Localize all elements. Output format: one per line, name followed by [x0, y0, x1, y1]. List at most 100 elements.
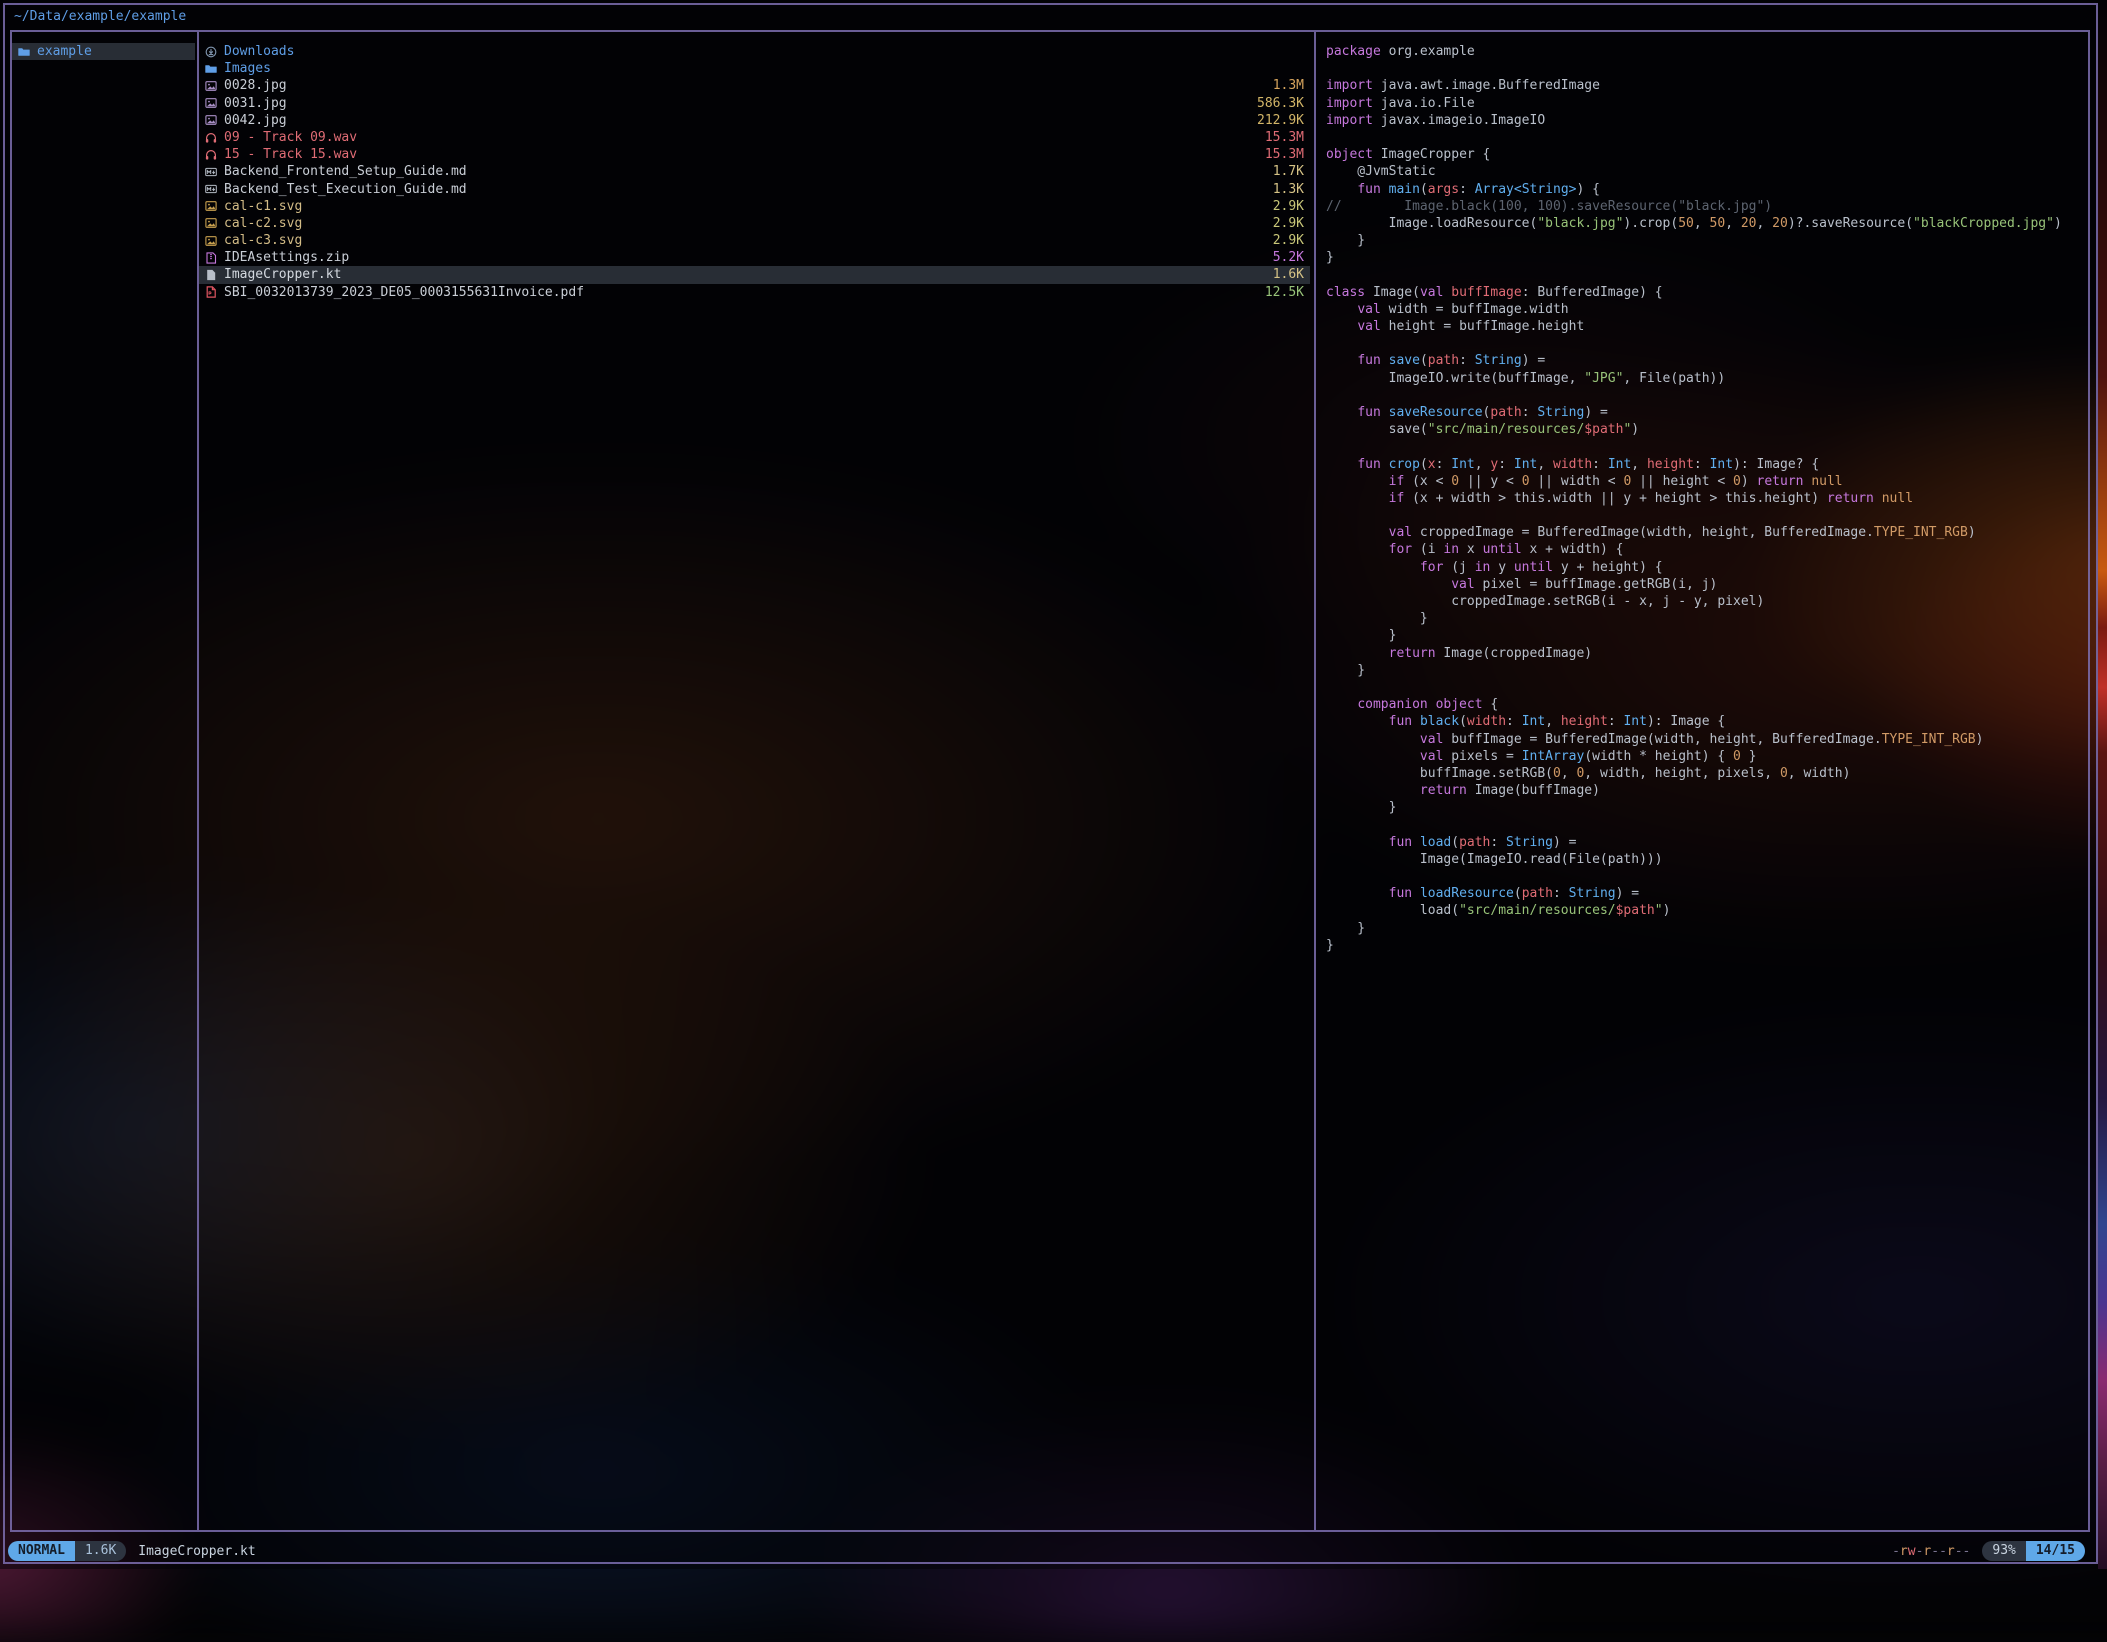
- cursor-position-badge: 14/15: [2026, 1541, 2085, 1561]
- code-line: buffImage.setRGB(0, 0, width, height, pi…: [1326, 765, 2082, 782]
- file-name: Images: [224, 60, 1304, 77]
- status-bar-right: -rw-r--r-- 93% 14/15: [1892, 1541, 2085, 1561]
- code-line: fun crop(x: Int, y: Int, width: Int, hei…: [1326, 456, 2082, 473]
- file-name: ImageCropper.kt: [224, 266, 1273, 283]
- code-line: fun load(path: String) =: [1326, 834, 2082, 851]
- file-size: 2.9K: [1273, 215, 1304, 232]
- file-list-item[interactable]: Backend_Test_Execution_Guide.md1.3K: [199, 181, 1310, 198]
- file-name: cal-c2.svg: [224, 215, 1273, 232]
- mode-badge: NORMAL: [8, 1541, 75, 1561]
- file-list-item[interactable]: cal-c1.svg2.9K: [199, 198, 1310, 215]
- file-name: Downloads: [224, 43, 1304, 60]
- code-line: }: [1326, 799, 2082, 816]
- file-list-item[interactable]: IDEAsettings.zip5.2K: [199, 249, 1310, 266]
- file-list-item[interactable]: cal-c3.svg2.9K: [199, 232, 1310, 249]
- code-line: return Image(croppedImage): [1326, 645, 2082, 662]
- code-line: }: [1326, 937, 2082, 954]
- file-name: 0042.jpg: [224, 112, 1257, 129]
- code-line: import javax.imageio.ImageIO: [1326, 112, 2082, 129]
- code-line: Image.loadResource("black.jpg").crop(50,…: [1326, 215, 2082, 232]
- file-size: 15.3M: [1265, 129, 1304, 146]
- current-directory-pane: DownloadsImages0028.jpg1.3M0031.jpg586.3…: [199, 43, 1310, 301]
- code-line: fun save(path: String) =: [1326, 352, 2082, 369]
- audio-icon: [205, 149, 217, 161]
- file-size: 2.9K: [1273, 198, 1304, 215]
- file-name: cal-c3.svg: [224, 232, 1273, 249]
- file-size: 1.3M: [1273, 77, 1304, 94]
- file-list-item[interactable]: 15 - Track 15.wav15.3M: [199, 146, 1310, 163]
- code-line: companion object {: [1326, 696, 2082, 713]
- file-list-item[interactable]: Backend_Frontend_Setup_Guide.md1.7K: [199, 163, 1310, 180]
- code-line: for (i in x until x + width) {: [1326, 541, 2082, 558]
- code-line: if (x < 0 || y < 0 || width < 0 || heigh…: [1326, 473, 2082, 490]
- code-line: fun loadResource(path: String) =: [1326, 885, 2082, 902]
- code-line: return Image(buffImage): [1326, 782, 2082, 799]
- file-name: cal-c1.svg: [224, 198, 1273, 215]
- code-line: [1326, 816, 2082, 833]
- file-permissions: -rw-r--r--: [1892, 1544, 1970, 1559]
- code-line: import java.awt.image.BufferedImage: [1326, 77, 2082, 94]
- file-name: 0028.jpg: [224, 77, 1273, 94]
- file-preview-pane[interactable]: package org.example import java.awt.imag…: [1326, 43, 2082, 954]
- file-list-item[interactable]: SBI_0032013739_2023_DE05_0003155631Invoi…: [199, 284, 1310, 301]
- selected-file-name: ImageCropper.kt: [138, 1544, 255, 1559]
- code-line: if (x + width > this.width || y + height…: [1326, 490, 2082, 507]
- code-line: ImageIO.write(buffImage, "JPG", File(pat…: [1326, 370, 2082, 387]
- file-list-item[interactable]: Downloads: [199, 43, 1310, 60]
- file-list-item[interactable]: 0031.jpg586.3K: [199, 95, 1310, 112]
- folder-icon: [18, 46, 30, 58]
- folder-icon: [205, 63, 217, 75]
- code-line: val width = buffImage.width: [1326, 301, 2082, 318]
- code-line: }: [1326, 249, 2082, 266]
- file-list-item[interactable]: 0028.jpg1.3M: [199, 77, 1310, 94]
- parent-dir-item[interactable]: example: [12, 43, 195, 60]
- file-list-item[interactable]: ImageCropper.kt1.6K: [199, 266, 1310, 283]
- file-name: example: [37, 43, 189, 60]
- code-line: import java.io.File: [1326, 95, 2082, 112]
- code-line: }: [1326, 627, 2082, 644]
- status-bar: NORMAL 1.6K ImageCropper.kt -rw-r--r-- 9…: [0, 1540, 2107, 1562]
- code-line: val buffImage = BufferedImage(width, hei…: [1326, 731, 2082, 748]
- file-list-item[interactable]: cal-c2.svg2.9K: [199, 215, 1310, 232]
- file-list-item[interactable]: 0042.jpg212.9K: [199, 112, 1310, 129]
- wallpaper-edge-strip: [2098, 0, 2107, 1569]
- file-list-item[interactable]: 09 - Track 09.wav15.3M: [199, 129, 1310, 146]
- file-size: 1.3K: [1273, 181, 1304, 198]
- status-bar-left: NORMAL 1.6K ImageCropper.kt: [8, 1541, 256, 1561]
- file-name: 0031.jpg: [224, 95, 1257, 112]
- file-size: 5.2K: [1273, 249, 1304, 266]
- code-line: val pixel = buffImage.getRGB(i, j): [1326, 576, 2082, 593]
- code-line: @JvmStatic: [1326, 163, 2082, 180]
- file-size: 2.9K: [1273, 232, 1304, 249]
- code-line: val pixels = IntArray(width * height) { …: [1326, 748, 2082, 765]
- code-line: class Image(val buffImage: BufferedImage…: [1326, 284, 2082, 301]
- selected-file-size: 1.6K: [75, 1541, 126, 1561]
- file-size: 212.9K: [1257, 112, 1304, 129]
- preview-scroll-percent: 93%: [1982, 1541, 2025, 1561]
- audio-icon: [205, 132, 217, 144]
- code-line: }: [1326, 920, 2082, 937]
- file-name: Backend_Test_Execution_Guide.md: [224, 181, 1273, 198]
- image-icon: [205, 97, 217, 109]
- file-list-item[interactable]: Images: [199, 60, 1310, 77]
- code-line: [1326, 868, 2082, 885]
- code-line: croppedImage.setRGB(i - x, j - y, pixel): [1326, 593, 2082, 610]
- image-icon: [205, 200, 217, 212]
- code-line: [1326, 60, 2082, 77]
- pane-separator-right: [1314, 32, 1316, 1530]
- file-name: 09 - Track 09.wav: [224, 129, 1265, 146]
- code-line: val height = buffImage.height: [1326, 318, 2082, 335]
- code-line: val croppedImage = BufferedImage(width, …: [1326, 524, 2082, 541]
- code-line: fun main(args: Array<String>) {: [1326, 181, 2082, 198]
- file-size: 586.3K: [1257, 95, 1304, 112]
- code-line: Image(ImageIO.read(File(path))): [1326, 851, 2082, 868]
- code-line: }: [1326, 610, 2082, 627]
- code-line: fun black(width: Int, height: Int): Imag…: [1326, 713, 2082, 730]
- file-name: 15 - Track 15.wav: [224, 146, 1265, 163]
- image-icon: [205, 114, 217, 126]
- code-line: save("src/main/resources/$path"): [1326, 421, 2082, 438]
- image-icon: [205, 235, 217, 247]
- code-line: // Image.black(100, 100).saveResource("b…: [1326, 198, 2082, 215]
- code-line: [1326, 266, 2082, 283]
- zip-icon: [205, 252, 217, 264]
